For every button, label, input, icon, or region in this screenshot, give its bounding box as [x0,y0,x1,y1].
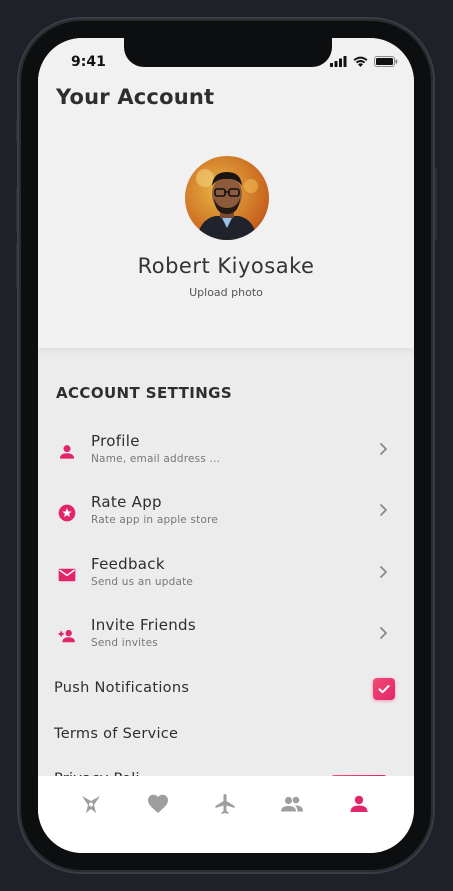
settings-item-feedback[interactable]: Feedback Send us an update [38,553,414,603]
status-time: 9:41 [71,54,106,70]
settings-item-invite-friends[interactable]: Invite Friends Send invites [38,614,414,664]
settings-item-subtitle: Rate app in apple store [91,514,219,526]
heart-icon[interactable] [146,792,170,816]
screen: Your Account Robert Kiyosake Upload phot… [38,38,414,853]
settings-item-subtitle: Send us an update [91,576,194,588]
plane-icon[interactable] [213,792,237,816]
mail-icon [58,568,76,582]
chevron-right-icon [380,627,387,639]
settings-item-subtitle: Send invites [91,637,158,649]
people-icon[interactable] [280,792,304,816]
settings-item-label: Invite Friends [91,616,196,634]
terms-of-service-link[interactable]: Terms of Service [54,726,178,742]
checkmark-icon [378,685,390,694]
user-name: Robert Kiyosake [137,254,315,278]
settings-item-label: Profile [91,432,140,450]
chevron-right-icon [380,443,387,455]
settings-item-subtitle: Name, email address ... [91,453,221,465]
push-notifications-checkbox[interactable] [373,678,395,700]
tab-bar [38,776,414,853]
wifi-icon [353,56,368,67]
settings-item-label: Feedback [91,555,165,573]
person-icon [59,445,75,459]
avatar-photo [196,169,258,240]
person-icon[interactable] [347,792,371,816]
person-add-icon [58,629,75,643]
notch [124,38,332,67]
battery-icon [374,56,398,67]
signal-icon [330,56,347,67]
profile-header-panel: Your Account Robert Kiyosake Upload phot… [38,38,414,348]
push-notifications-label: Push Notifications [54,680,190,696]
explore-icon[interactable] [79,792,103,816]
settings-item-label: Rate App [91,493,162,511]
chevron-right-icon [380,504,387,516]
avatar[interactable] [185,156,269,240]
settings-item-profile[interactable]: Profile Name, email address ... [38,430,414,480]
star-badge-icon [58,504,76,522]
status-icons [330,56,398,67]
upload-photo-link[interactable]: Upload photo [38,286,414,299]
settings-item-rate-app[interactable]: Rate App Rate app in apple store [38,491,414,541]
chevron-right-icon [380,566,387,578]
power-button [434,168,437,240]
page-title: Your Account [56,85,215,109]
section-title: ACCOUNT SETTINGS [56,384,233,402]
